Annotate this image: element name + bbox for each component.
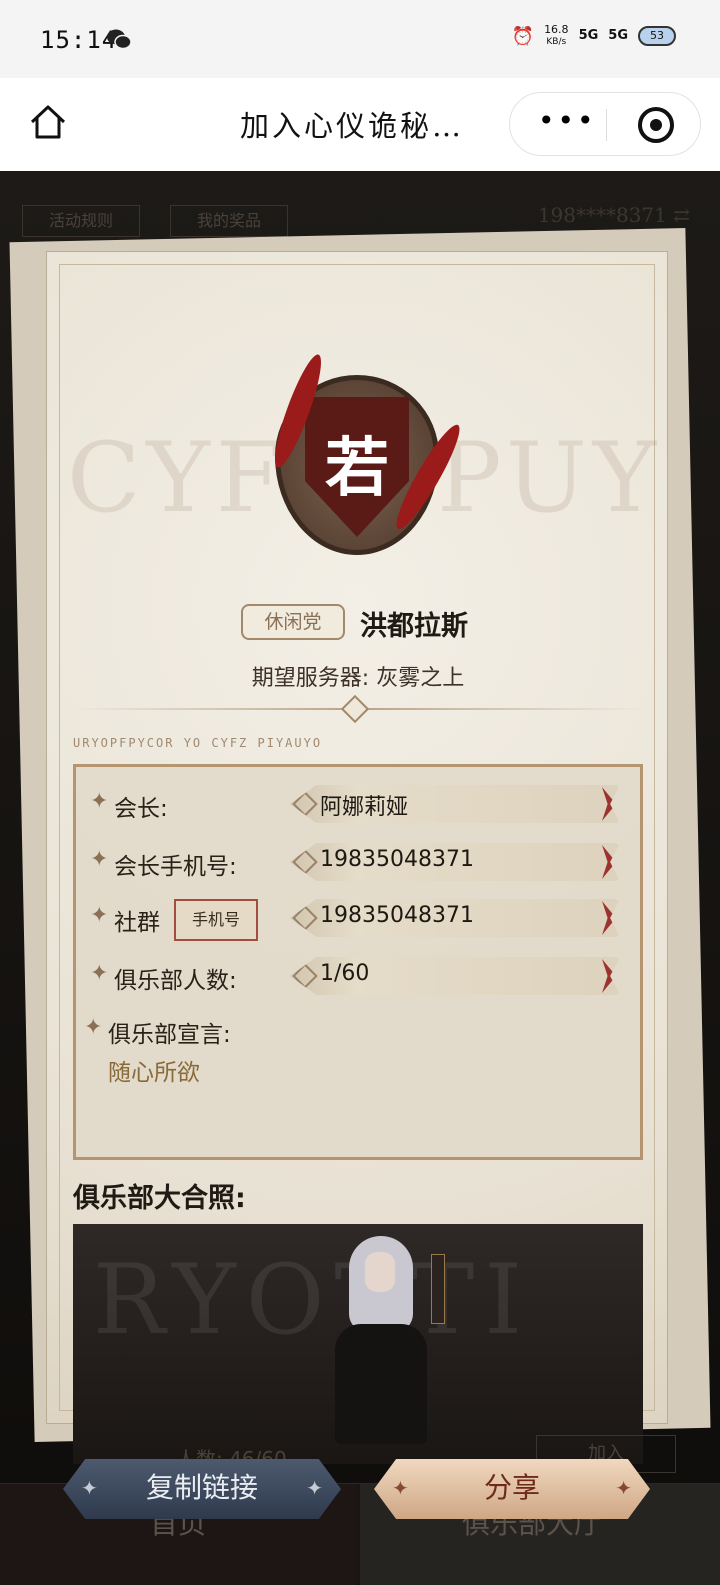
club-declaration: 随心所欲 bbox=[108, 1060, 200, 1086]
row-label: 俱乐部人数: bbox=[114, 968, 237, 994]
alarm-icon: ⏰ bbox=[511, 25, 535, 47]
sparkle-icon: ✦ bbox=[81, 1476, 98, 1500]
more-menu-icon[interactable]: ••• bbox=[538, 107, 597, 135]
value-box: 阿娜莉娅 bbox=[290, 785, 620, 823]
star-icon: ✦ bbox=[90, 903, 109, 928]
home-icon[interactable] bbox=[28, 102, 68, 142]
club-info-panel: ✦ 会长: 阿娜莉娅 ✦ 会长手机号: 19835048371 ✦ 社群 手机号… bbox=[73, 764, 643, 1160]
star-icon: ✦ bbox=[90, 789, 109, 814]
value-box: 19835048371 bbox=[290, 899, 620, 937]
star-icon: ✦ bbox=[84, 1015, 103, 1040]
community-phone: 19835048371 bbox=[320, 903, 474, 928]
row-label: 俱乐部宣言: bbox=[108, 1022, 231, 1048]
page-title: 加入心仪诡秘… bbox=[240, 109, 465, 143]
club-style-tag: 休闲党 bbox=[241, 604, 345, 640]
club-card: CYFZ PUY 若 休闲党 洪都拉斯 期望服务器: 灰雾之上 URYOPFPY… bbox=[46, 251, 668, 1464]
sparkle-icon: ✦ bbox=[306, 1476, 323, 1500]
avatar-body bbox=[335, 1324, 427, 1444]
club-name: 洪都拉斯 bbox=[360, 611, 468, 642]
star-icon: ✦ bbox=[90, 847, 109, 872]
wechat-icon bbox=[107, 29, 132, 50]
diamond-icon bbox=[292, 791, 318, 817]
row-president: ✦ 会长: 阿娜莉娅 bbox=[76, 785, 640, 825]
capsule-divider bbox=[606, 109, 607, 141]
avatar-title-sign bbox=[431, 1254, 445, 1324]
game-page: 活动规则 我的奖品 198****8371 ⇄ CYFZ PUY 若 休闲党 洪… bbox=[0, 171, 720, 1585]
capsule-menu: ••• bbox=[509, 92, 701, 156]
avatar-face bbox=[365, 1252, 395, 1292]
emblem-character: 若 bbox=[325, 431, 389, 506]
share-label: 分享 bbox=[483, 1471, 540, 1504]
group-photo-title: 俱乐部大合照: bbox=[73, 1183, 246, 1214]
star-icon: ✦ bbox=[90, 961, 109, 986]
row-label: 会长手机号: bbox=[114, 854, 237, 880]
rune-motto: URYOPFPYCOR YO CYFZ PIYAUYO bbox=[73, 736, 323, 750]
row-declaration: ✦ 俱乐部宣言: bbox=[76, 1011, 640, 1051]
community-type-button[interactable]: 手机号 bbox=[174, 899, 258, 941]
member-count: 1/60 bbox=[320, 961, 370, 986]
share-button[interactable]: ✦ 分享 ✦ bbox=[374, 1459, 650, 1519]
sparkle-icon: ✦ bbox=[392, 1476, 409, 1500]
club-emblem: 若 bbox=[257, 350, 468, 567]
copy-link-label: 复制链接 bbox=[145, 1471, 258, 1504]
row-president-phone: ✦ 会长手机号: 19835048371 bbox=[76, 843, 640, 883]
account-switch[interactable]: 198****8371 ⇄ bbox=[538, 203, 690, 227]
row-label: 会长: bbox=[114, 796, 168, 822]
battery-icon: 53 bbox=[638, 26, 676, 46]
tab-activity-rules[interactable]: 活动规则 bbox=[22, 205, 141, 237]
row-member-count: ✦ 俱乐部人数: 1/60 bbox=[76, 957, 640, 997]
net-speed: 16.8 KB/s bbox=[544, 23, 569, 48]
member-avatar bbox=[325, 1234, 445, 1448]
arrow-cap bbox=[602, 787, 616, 821]
group-photo: RYOTTI bbox=[73, 1224, 643, 1464]
row-community: ✦ 社群 手机号 19835048371 bbox=[76, 899, 640, 941]
status-icons: ⏰ 16.8 KB/s 5G 5G 53 bbox=[512, 24, 676, 48]
expected-server: 期望服务器: 灰雾之上 bbox=[251, 666, 465, 691]
arrow-cap bbox=[602, 901, 616, 935]
close-miniprogram-icon[interactable] bbox=[638, 107, 674, 143]
signal-1: 5G bbox=[578, 28, 599, 43]
diamond-icon bbox=[292, 963, 318, 989]
diamond-icon bbox=[292, 905, 318, 931]
value-box: 19835048371 bbox=[290, 843, 620, 881]
row-label: 社群 bbox=[114, 910, 160, 936]
value-box: 1/60 bbox=[290, 957, 620, 995]
photo-bg-rune: RYOTTI bbox=[93, 1244, 533, 1356]
tab-my-prizes[interactable]: 我的奖品 bbox=[170, 205, 289, 237]
arrow-cap bbox=[602, 845, 616, 879]
sparkle-icon: ✦ bbox=[615, 1476, 632, 1500]
bg-rune-right: PUY bbox=[437, 422, 663, 534]
president-name: 阿娜莉娅 bbox=[320, 795, 409, 820]
status-bar: 15:14 ⏰ 16.8 KB/s 5G 5G 53 bbox=[0, 0, 720, 78]
signal-2: 5G bbox=[608, 28, 628, 43]
president-phone: 19835048371 bbox=[320, 847, 474, 872]
arrow-cap bbox=[602, 959, 616, 993]
diamond-icon bbox=[292, 849, 318, 875]
copy-link-button[interactable]: ✦ 复制链接 ✦ bbox=[63, 1459, 341, 1519]
